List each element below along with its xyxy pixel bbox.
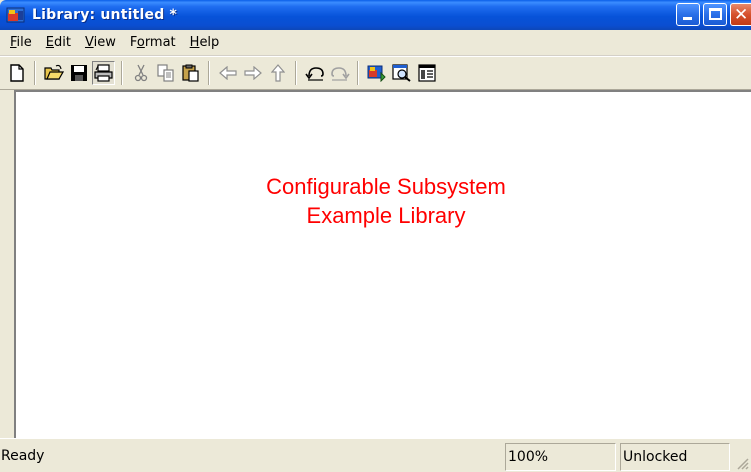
- model-properties-icon: [417, 64, 436, 82]
- menu-view[interactable]: View: [79, 35, 124, 50]
- maximize-icon: [709, 8, 722, 20]
- back-button[interactable]: [216, 61, 239, 85]
- library-browser-icon: [367, 65, 386, 82]
- library-canvas[interactable]: Configurable Subsystem Example Library: [14, 90, 751, 438]
- save-button[interactable]: [67, 61, 90, 85]
- toolbar-separator: [34, 61, 36, 85]
- library-browser-button[interactable]: [365, 61, 388, 85]
- toolbar-separator: [121, 61, 123, 85]
- window-title: Library: untitled *: [32, 7, 178, 23]
- canvas-left-margin: [0, 90, 14, 472]
- model-explorer-icon: [391, 64, 411, 82]
- close-icon: ✕: [734, 5, 749, 25]
- lock-status: Unlocked: [620, 443, 730, 471]
- status-bar: Ready 100% Unlocked: [0, 438, 751, 472]
- minimize-icon: [683, 17, 692, 20]
- menu-format[interactable]: Format: [124, 35, 184, 50]
- resize-grip-icon[interactable]: [735, 456, 749, 470]
- title-bar[interactable]: Library: untitled * ✕: [0, 0, 751, 30]
- status-text: Ready: [1, 448, 45, 464]
- maximize-button[interactable]: [703, 3, 727, 26]
- copy-icon: [156, 64, 174, 82]
- menu-edit[interactable]: Edit: [40, 35, 79, 50]
- annotation-line-1: Configurable Subsystem: [266, 174, 506, 199]
- canvas-annotation[interactable]: Configurable Subsystem Example Library: [166, 172, 606, 230]
- redo-button[interactable]: [328, 61, 351, 85]
- model-properties-button[interactable]: [415, 61, 438, 85]
- toolbar-separator: [357, 61, 359, 85]
- print-icon: [93, 64, 113, 82]
- simulink-library-icon: [6, 6, 26, 24]
- paste-icon: [181, 64, 199, 82]
- back-icon: [218, 66, 237, 80]
- save-icon: [70, 65, 87, 81]
- up-icon: [270, 64, 285, 82]
- caption-buttons: ✕: [676, 3, 751, 26]
- paste-button[interactable]: [179, 61, 202, 85]
- cut-button[interactable]: [129, 61, 152, 85]
- print-button[interactable]: [92, 61, 115, 85]
- menu-file[interactable]: File: [4, 35, 40, 50]
- menu-help[interactable]: Help: [184, 35, 228, 50]
- open-folder-icon: [43, 64, 64, 80]
- undo-icon: [304, 67, 324, 81]
- undo-button[interactable]: [303, 61, 326, 85]
- new-button[interactable]: [5, 61, 28, 85]
- toolbar-separator: [208, 61, 210, 85]
- toolbar: [0, 56, 751, 90]
- copy-button[interactable]: [154, 61, 177, 85]
- new-file-icon: [9, 64, 24, 82]
- redo-icon: [330, 67, 350, 81]
- open-button[interactable]: [42, 61, 65, 85]
- toolbar-separator: [295, 61, 297, 85]
- up-button[interactable]: [266, 61, 289, 85]
- menu-bar: File Edit View Format Help: [0, 30, 751, 56]
- minimize-button[interactable]: [676, 3, 700, 26]
- forward-button[interactable]: [241, 61, 264, 85]
- model-explorer-button[interactable]: [390, 61, 413, 85]
- zoom-level: 100%: [505, 443, 616, 471]
- forward-icon: [243, 66, 262, 80]
- annotation-line-2: Example Library: [306, 203, 466, 228]
- close-button[interactable]: ✕: [730, 3, 751, 26]
- cut-icon: [134, 64, 147, 82]
